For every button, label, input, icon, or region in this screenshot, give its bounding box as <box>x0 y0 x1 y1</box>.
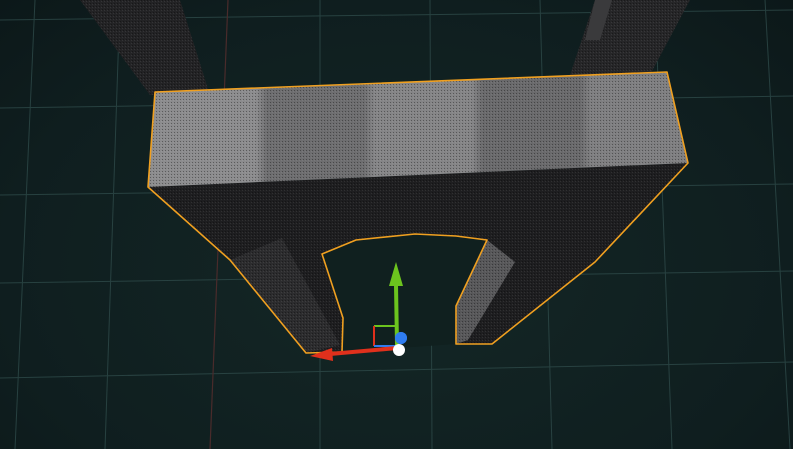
selected-mesh[interactable] <box>147 71 689 354</box>
gizmo-pivot[interactable] <box>393 344 405 356</box>
3d-viewport[interactable] <box>0 0 793 449</box>
